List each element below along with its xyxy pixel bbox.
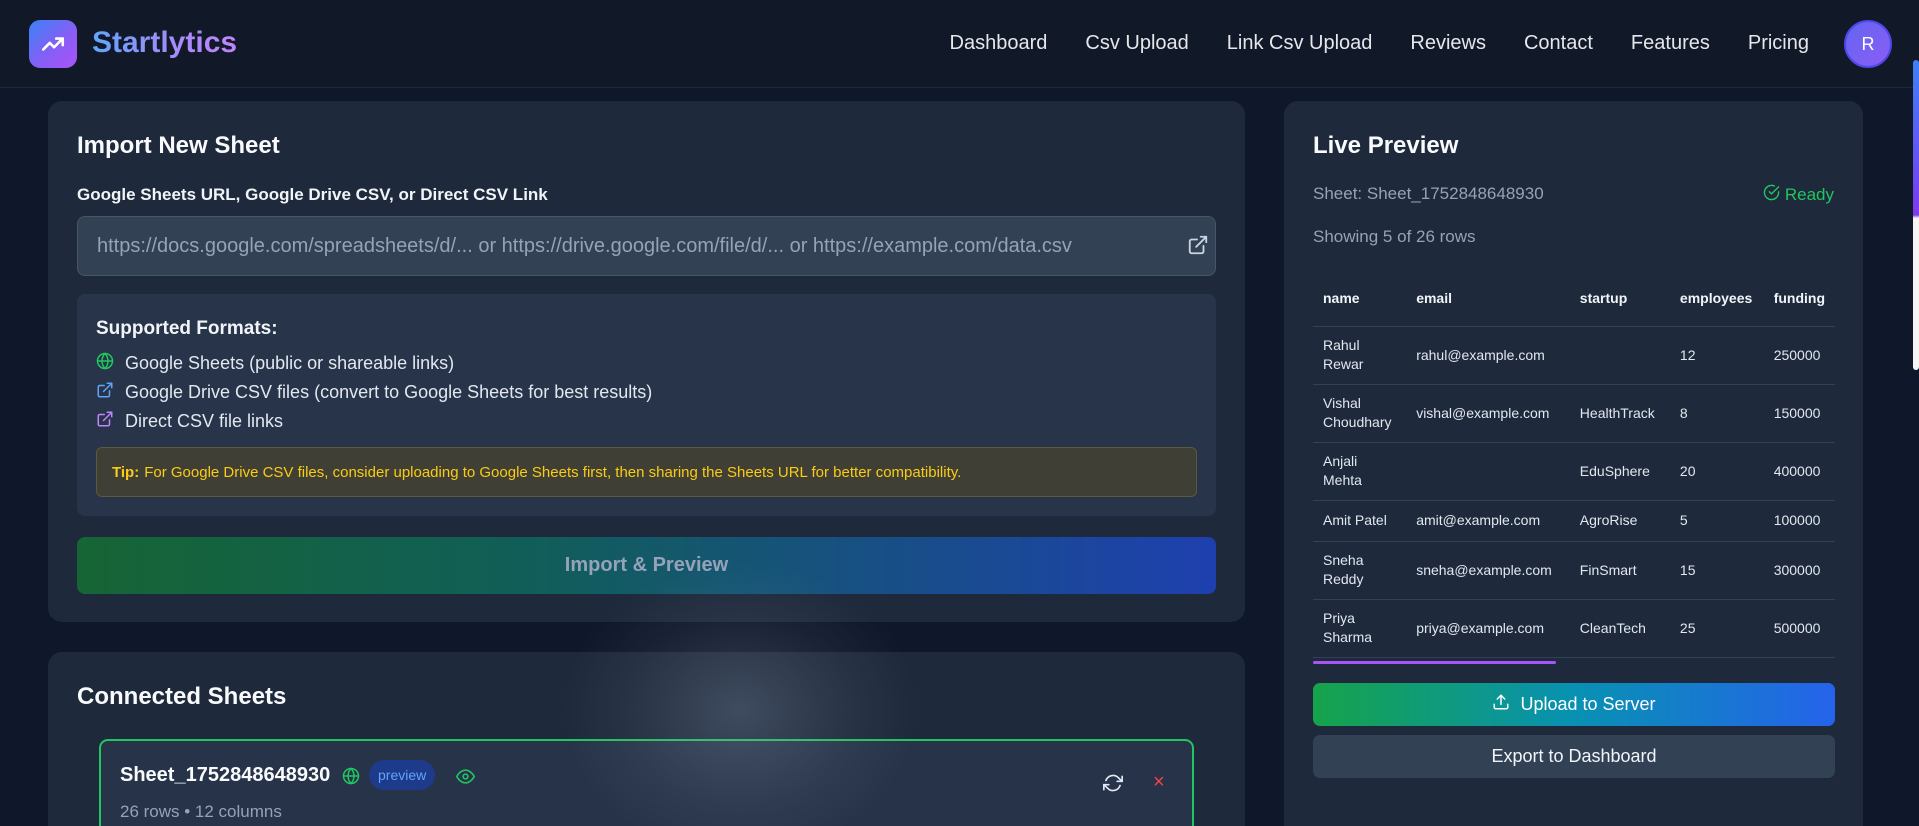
table-cell-email: [1406, 442, 1570, 501]
page-scrollbar[interactable]: [1913, 60, 1919, 370]
table-cell-employees: 5: [1669, 500, 1764, 542]
connected-title: Connected Sheets: [77, 683, 287, 710]
import-preview-button[interactable]: Import & Preview: [77, 537, 1216, 594]
table-row: Amit Patel amit@example.com AgroRise 5 10000…: [1313, 500, 1835, 542]
sheet-url-input[interactable]: [77, 216, 1216, 276]
table-cell-startup: AgroRise: [1569, 500, 1670, 542]
check-circle-icon: [1763, 184, 1780, 206]
tip-box: Tip: For Google Drive CSV files, conside…: [96, 447, 1197, 497]
table-cell-startup: HealthTrack: [1569, 384, 1670, 443]
table-cell-funding: 150000: [1763, 384, 1835, 443]
format-item-google-sheets: Google Sheets (public or shareable links…: [96, 352, 454, 375]
table-cell-funding: 100000: [1763, 500, 1835, 542]
table-row: Vishal Choudhary vishal@example.com Health…: [1313, 384, 1835, 443]
upload-icon: [1492, 693, 1510, 716]
globe-icon: [342, 767, 360, 790]
table-cell-email: priya@example.com: [1406, 599, 1570, 658]
external-link-icon: [96, 381, 114, 404]
remove-sheet-button[interactable]: ×: [1153, 771, 1165, 794]
column-header: startup: [1569, 271, 1670, 327]
nav-link-features[interactable]: Features: [1631, 32, 1710, 55]
import-title: Import New Sheet: [77, 132, 280, 159]
eye-icon[interactable]: [456, 767, 475, 791]
format-item-label: Google Sheets (public or shareable links…: [125, 353, 455, 373]
tip-text: For Google Drive CSV files, consider upl…: [144, 463, 962, 481]
table-cell-employees: 25: [1669, 599, 1764, 658]
formats-title: Supported Formats:: [96, 318, 278, 339]
table-cell-employees: 8: [1669, 384, 1764, 443]
connected-sheets-card: Connected Sheets Sheet_1752848648930 pre…: [48, 652, 1245, 826]
table-cell-name: Priya Sharma: [1313, 599, 1407, 658]
url-field-label: Google Sheets URL, Google Drive CSV, or …: [77, 185, 548, 204]
tip-label: Tip:: [112, 463, 140, 481]
logo-trending-up-icon[interactable]: [29, 20, 77, 68]
table-cell-employees: 12: [1669, 326, 1764, 385]
status-text: Ready: [1784, 185, 1834, 204]
column-header: employees: [1669, 271, 1764, 327]
sheet-name: Sheet_1752848648930: [120, 764, 331, 786]
preview-table-container[interactable]: name email startup employees funding Rah…: [1313, 271, 1835, 664]
preview-badge: preview: [369, 760, 436, 790]
table-cell-name: Vishal Choudhary: [1313, 384, 1407, 443]
live-preview-card: Live Preview Sheet: Sheet_1752848648930 …: [1284, 101, 1863, 826]
table-cell-name: Anjali Mehta: [1313, 442, 1407, 501]
table-header-row: name email startup employees funding: [1313, 271, 1835, 327]
brand-name[interactable]: Startlytics: [92, 26, 237, 60]
format-item-drive-csv: Google Drive CSV files (convert to Googl…: [96, 381, 652, 404]
table-cell-startup: EduSphere: [1569, 442, 1670, 501]
status-badge: Ready: [1763, 184, 1834, 206]
upload-to-server-button[interactable]: Upload to Server: [1313, 683, 1835, 726]
table-row: Priya Sharma priya@example.com CleanTech 25…: [1313, 599, 1835, 658]
nav-link-reviews[interactable]: Reviews: [1410, 32, 1486, 55]
nav-link-contact[interactable]: Contact: [1524, 32, 1593, 55]
column-header: funding: [1763, 271, 1835, 327]
table-cell-email: sneha@example.com: [1406, 541, 1570, 600]
table-row: Anjali Mehta EduSphere 20 400000: [1313, 442, 1835, 501]
table-cell-funding: 400000: [1763, 442, 1835, 501]
table-cell-startup: [1569, 326, 1670, 385]
export-to-dashboard-button[interactable]: Export to Dashboard: [1313, 735, 1835, 778]
format-item-label: Google Drive CSV files (convert to Googl…: [125, 382, 653, 402]
external-link-icon: [1187, 234, 1209, 261]
table-cell-email: vishal@example.com: [1406, 384, 1570, 443]
column-header: name: [1313, 271, 1407, 327]
table-cell-email: rahul@example.com: [1406, 326, 1570, 385]
row-count: Showing 5 of 26 rows: [1313, 227, 1476, 246]
format-item-direct-csv: Direct CSV file links: [96, 410, 283, 433]
table-cell-startup: CleanTech: [1569, 599, 1670, 658]
user-avatar[interactable]: R: [1844, 20, 1892, 68]
format-item-label: Direct CSV file links: [125, 411, 284, 431]
external-link-icon: [96, 410, 114, 433]
nav-link-csv-upload[interactable]: Csv Upload: [1085, 32, 1188, 55]
nav-link-dashboard[interactable]: Dashboard: [950, 32, 1048, 55]
supported-formats-box: Supported Formats: Google Sheets (public…: [77, 294, 1216, 516]
table-horizontal-scrollbar[interactable]: [1313, 661, 1556, 664]
preview-sheet-label: Sheet: Sheet_1752848648930: [1313, 184, 1544, 203]
refresh-icon[interactable]: [1103, 773, 1123, 798]
nav-link-link-csv-upload[interactable]: Link Csv Upload: [1227, 32, 1373, 55]
table-row: Rahul Rewar rahul@example.com 12 250000: [1313, 326, 1835, 385]
table-cell-funding: 300000: [1763, 541, 1835, 600]
globe-icon: [96, 352, 114, 375]
table-cell-name: Amit Patel: [1313, 500, 1407, 542]
nav-links: Dashboard Csv Upload Link Csv Upload Rev…: [950, 32, 1809, 55]
table-row: Sneha Reddy sneha@example.com FinSmart 15 30…: [1313, 541, 1835, 600]
table-cell-employees: 20: [1669, 442, 1764, 501]
sheet-meta: 26 rows • 12 columns: [120, 802, 282, 821]
table-cell-startup: FinSmart: [1569, 541, 1670, 600]
table-cell-email: amit@example.com: [1406, 500, 1570, 542]
nav-link-pricing[interactable]: Pricing: [1748, 32, 1809, 55]
top-navbar: Startlytics Dashboard Csv Upload Link Cs…: [0, 0, 1919, 88]
table-cell-name: Sneha Reddy: [1313, 541, 1407, 600]
connected-sheet-item[interactable]: Sheet_1752848648930 preview 26 rows • 12…: [99, 739, 1194, 826]
table-cell-employees: 15: [1669, 541, 1764, 600]
preview-table: name email startup employees funding Rah…: [1313, 271, 1835, 658]
preview-title: Live Preview: [1313, 132, 1459, 159]
upload-button-label: Upload to Server: [1520, 694, 1656, 714]
table-cell-funding: 250000: [1763, 326, 1835, 385]
import-sheet-card: Import New Sheet Google Sheets URL, Goog…: [48, 101, 1245, 622]
table-cell-funding: 500000: [1763, 599, 1835, 658]
column-header: email: [1406, 271, 1570, 327]
table-cell-name: Rahul Rewar: [1313, 326, 1407, 385]
